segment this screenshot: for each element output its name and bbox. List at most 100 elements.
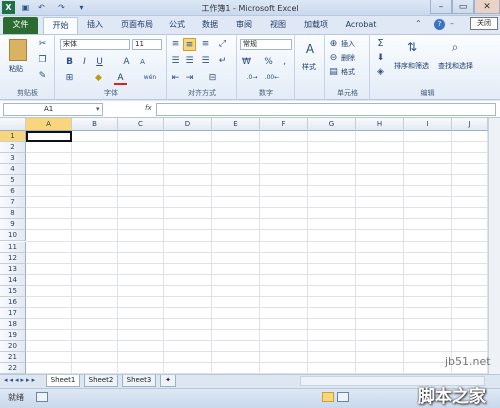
copy-icon[interactable]: ❐ — [36, 54, 49, 67]
format-cells-icon[interactable]: ▤ — [327, 66, 340, 79]
paste-icon[interactable] — [9, 39, 27, 61]
insert-sheet-icon[interactable]: ✦ — [160, 375, 176, 387]
maximize-icon[interactable]: ▭ — [452, 0, 474, 14]
increase-indent-icon[interactable]: ⇥ — [183, 72, 196, 85]
row-header[interactable]: 8 — [0, 208, 26, 220]
insert-cells-label[interactable]: 插入 — [341, 39, 355, 49]
row-header[interactable]: 15 — [0, 285, 26, 297]
name-box-dropdown-icon[interactable]: ▾ — [96, 105, 100, 113]
vertical-scrollbar[interactable] — [488, 118, 500, 374]
grow-font-button[interactable]: A — [120, 56, 133, 69]
fill-color-icon[interactable]: ◆ — [92, 72, 105, 85]
shrink-font-button[interactable]: A — [136, 56, 149, 69]
insert-cells-icon[interactable]: ⊕ — [327, 38, 340, 51]
border-icon[interactable]: ⊞ — [63, 72, 76, 85]
tab-home[interactable]: 开始 — [43, 17, 78, 34]
row-header[interactable]: 21 — [0, 352, 26, 364]
sort-filter-icon[interactable]: ⇅ — [403, 38, 421, 56]
formula-input[interactable] — [156, 103, 496, 116]
align-top-icon[interactable]: ≡ — [169, 38, 182, 51]
find-select-label[interactable]: 查找和选择 — [438, 61, 473, 71]
increase-decimal-icon[interactable]: .0→ — [244, 72, 260, 85]
page-layout-view-icon[interactable] — [337, 392, 349, 402]
font-name-combo[interactable]: 宋体 — [60, 39, 130, 50]
row-header[interactable]: 16 — [0, 296, 26, 308]
row-header[interactable]: 4 — [0, 164, 26, 176]
row-header[interactable]: 10 — [0, 230, 26, 242]
column-header[interactable]: H — [356, 118, 404, 131]
align-left-icon[interactable]: ☰ — [169, 55, 182, 68]
autosum-icon[interactable]: Σ — [374, 38, 387, 51]
column-header[interactable]: G — [308, 118, 356, 131]
normal-view-icon[interactable] — [322, 392, 334, 402]
tab-addins[interactable]: 加载项 — [298, 17, 334, 34]
tab-review[interactable]: 审阅 — [230, 17, 258, 34]
name-box[interactable]: A1 — [3, 103, 103, 116]
column-header[interactable]: J — [452, 118, 488, 131]
decrease-decimal-icon[interactable]: .00← — [264, 72, 280, 85]
bold-button[interactable]: B — [63, 56, 76, 69]
close-icon[interactable]: ✕ — [474, 0, 500, 14]
row-header[interactable]: 13 — [0, 263, 26, 275]
number-format-combo[interactable]: 常规 — [240, 39, 292, 50]
fill-icon[interactable]: ⬇ — [374, 52, 387, 65]
styles-icon[interactable]: A — [302, 40, 318, 58]
row-header[interactable]: 22 — [0, 363, 26, 374]
phonetic-button[interactable]: wén — [142, 72, 158, 85]
macro-record-icon[interactable] — [36, 392, 48, 402]
underline-button[interactable]: U — [93, 56, 106, 69]
sort-filter-label[interactable]: 排序和筛选 — [394, 61, 429, 71]
font-size-combo[interactable]: 11 — [132, 39, 162, 50]
decrease-indent-icon[interactable]: ⇤ — [169, 72, 182, 85]
row-header[interactable]: 11 — [0, 241, 26, 253]
minimize-icon[interactable]: – — [430, 0, 452, 14]
active-cell[interactable] — [26, 131, 72, 143]
tab-data[interactable]: 数据 — [196, 17, 224, 34]
accounting-format-icon[interactable]: ₩ — [240, 56, 253, 69]
font-color-button[interactable]: A — [114, 72, 127, 85]
orientation-icon[interactable]: ⤢ — [216, 38, 229, 51]
sheet-nav-arrows-icon[interactable]: ◂◂◂▸▸▸ — [4, 376, 37, 384]
tab-acrobat[interactable]: Acrobat — [340, 17, 382, 34]
delete-cells-label[interactable]: 删除 — [341, 53, 355, 63]
row-header[interactable]: 19 — [0, 329, 26, 341]
row-header[interactable]: 3 — [0, 153, 26, 165]
align-center-icon[interactable]: ☰ — [183, 55, 196, 68]
format-painter-icon[interactable]: ✎ — [36, 70, 49, 83]
row-header[interactable]: 12 — [0, 252, 26, 264]
sheet-tab-sheet3[interactable]: Sheet3 — [122, 375, 156, 387]
format-cells-label[interactable]: 格式 — [341, 67, 355, 77]
row-header[interactable]: 1 — [0, 131, 26, 143]
tab-insert[interactable]: 插入 — [82, 17, 108, 34]
align-right-icon[interactable]: ☰ — [199, 55, 212, 68]
paste-label[interactable]: 粘贴 — [9, 64, 23, 74]
row-header[interactable]: 9 — [0, 219, 26, 231]
help-icon[interactable]: ? — [434, 19, 445, 30]
tab-formulas[interactable]: 公式 — [163, 17, 191, 34]
sheet-tab-sheet1[interactable]: Sheet1 — [46, 375, 80, 387]
align-bottom-icon[interactable]: ≡ — [199, 38, 212, 51]
row-header[interactable]: 7 — [0, 197, 26, 209]
clear-icon[interactable]: ◈ — [374, 66, 387, 79]
percent-button[interactable]: % — [262, 56, 275, 69]
styles-label[interactable]: 样式 — [302, 62, 316, 72]
column-header[interactable]: C — [118, 118, 164, 131]
insert-function-button[interactable]: fx — [145, 104, 152, 112]
comma-button[interactable]: , — [278, 56, 291, 69]
tab-page-layout[interactable]: 页面布局 — [112, 17, 162, 34]
column-header[interactable]: F — [260, 118, 308, 131]
worksheet-grid[interactable]: A B C D E F G H I J 1 2 3 4 5 6 7 8 9 10 11 12 13 14 15 16 17 18 19 2… — [0, 118, 488, 374]
column-header[interactable]: D — [164, 118, 212, 131]
tab-view[interactable]: 视图 — [264, 17, 292, 34]
column-header[interactable]: A — [26, 118, 72, 131]
merge-center-icon[interactable]: ⊟ — [206, 72, 219, 85]
cut-icon[interactable]: ✂ — [36, 38, 49, 51]
column-header[interactable]: I — [404, 118, 452, 131]
collapse-ribbon-icon[interactable]: ⌃ — [415, 19, 426, 30]
row-header[interactable]: 5 — [0, 175, 26, 187]
wrap-text-icon[interactable]: ↵ — [216, 55, 229, 68]
tab-file[interactable]: 文件 — [3, 17, 38, 34]
column-header[interactable]: B — [72, 118, 118, 131]
row-header[interactable]: 18 — [0, 318, 26, 330]
align-middle-icon[interactable]: ≡ — [183, 38, 196, 51]
